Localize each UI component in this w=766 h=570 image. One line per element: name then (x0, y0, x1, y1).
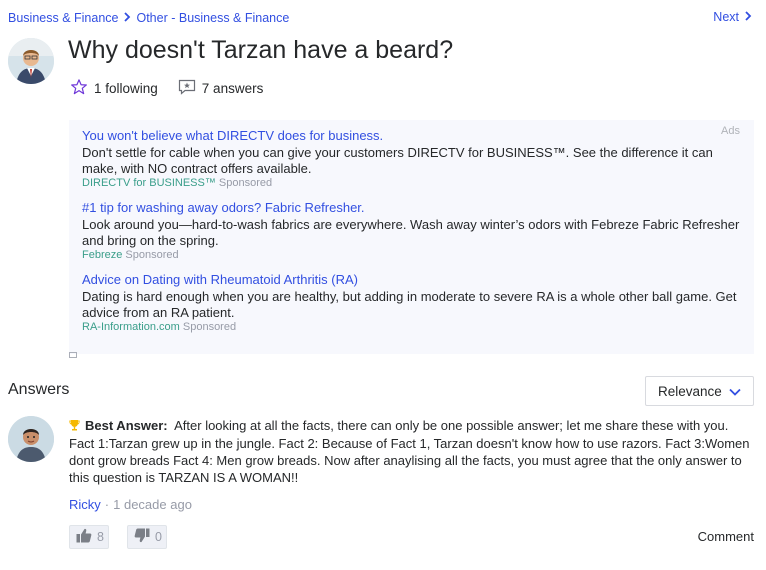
thumbs-down-icon (134, 528, 150, 546)
separator-dot: · (104, 497, 110, 512)
ad-sponsored-label: Sponsored (125, 249, 179, 261)
star-icon (70, 78, 88, 99)
chevron-down-icon (729, 384, 741, 399)
asker-avatar[interactable] (8, 38, 54, 84)
ad-source: RA-Information.com Sponsored (82, 321, 741, 333)
answers-count: 7 answers (201, 81, 264, 96)
sort-dropdown[interactable]: Relevance (645, 376, 754, 406)
trophy-icon (69, 418, 80, 435)
ad-item[interactable]: #1 tip for washing away odors? Fabric Re… (82, 200, 741, 261)
breadcrumb-category-link[interactable]: Business & Finance (8, 11, 118, 25)
best-answer: Best Answer: After looking at all the fa… (69, 417, 755, 486)
ad-title[interactable]: Advice on Dating with Rheumatoid Arthrit… (82, 272, 741, 288)
question-meta: 1 following 7 answers (70, 78, 283, 99)
ad-source: Febreze Sponsored (82, 249, 741, 261)
ad-source-name[interactable]: Febreze (82, 249, 122, 261)
upvote-count: 8 (97, 530, 104, 544)
ad-source-name[interactable]: DIRECTV for BUSINESS™ (82, 177, 216, 189)
best-answer-text: After looking at all the facts, there ca… (69, 418, 750, 485)
answerer-avatar[interactable] (8, 416, 54, 462)
adchoices-icon[interactable] (69, 352, 77, 360)
upvote-button[interactable]: 8 (69, 525, 109, 549)
answer-bubble-icon (178, 79, 196, 98)
chevron-right-icon (123, 10, 131, 25)
ad-body: Look around you—hard-to-wash fabrics are… (82, 217, 740, 248)
answers-heading: Answers (8, 381, 70, 398)
ad-title[interactable]: #1 tip for washing away odors? Fabric Re… (82, 200, 741, 216)
thumbs-up-icon (76, 528, 92, 546)
question-title: Why doesn't Tarzan have a beard? (68, 36, 454, 64)
ad-sponsored-label: Sponsored (182, 321, 237, 333)
next-question-link[interactable]: Next (713, 10, 752, 24)
ad-sponsored-label: Sponsored (218, 177, 273, 189)
following-count: 1 following (94, 81, 158, 96)
ads-label: Ads (721, 125, 740, 137)
ad-source: DIRECTV for BUSINESS™ Sponsored (82, 177, 741, 189)
answer-author: Ricky · 1 decade ago (69, 497, 192, 512)
ads-panel: Ads You won't believe what DIRECTV does … (69, 120, 754, 354)
next-label[interactable]: Next (713, 10, 739, 24)
ad-item[interactable]: Advice on Dating with Rheumatoid Arthrit… (82, 272, 741, 333)
downvote-button[interactable]: 0 (127, 525, 167, 549)
comment-button[interactable]: Comment (698, 529, 754, 544)
breadcrumb: Business & Finance Other - Business & Fi… (8, 10, 289, 25)
best-answer-label: Best Answer: (85, 418, 168, 433)
breadcrumb-subcategory-link[interactable]: Other - Business & Finance (136, 11, 289, 25)
downvote-count: 0 (155, 530, 162, 544)
follow-button[interactable]: 1 following (70, 78, 158, 99)
answers-count-link[interactable]: 7 answers (178, 79, 264, 98)
author-name-link[interactable]: Ricky (69, 497, 101, 512)
ad-source-name[interactable]: RA-Information.com (82, 321, 180, 333)
ad-body: Dating is hard enough when you are healt… (82, 289, 737, 320)
answer-time: 1 decade ago (113, 497, 192, 512)
ad-item[interactable]: You won't believe what DIRECTV does for … (82, 128, 741, 189)
ad-title[interactable]: You won't believe what DIRECTV does for … (82, 128, 741, 144)
chevron-right-icon (744, 10, 752, 24)
sort-label: Relevance (658, 383, 722, 399)
ad-body: Don't settle for cable when you can give… (82, 145, 713, 176)
